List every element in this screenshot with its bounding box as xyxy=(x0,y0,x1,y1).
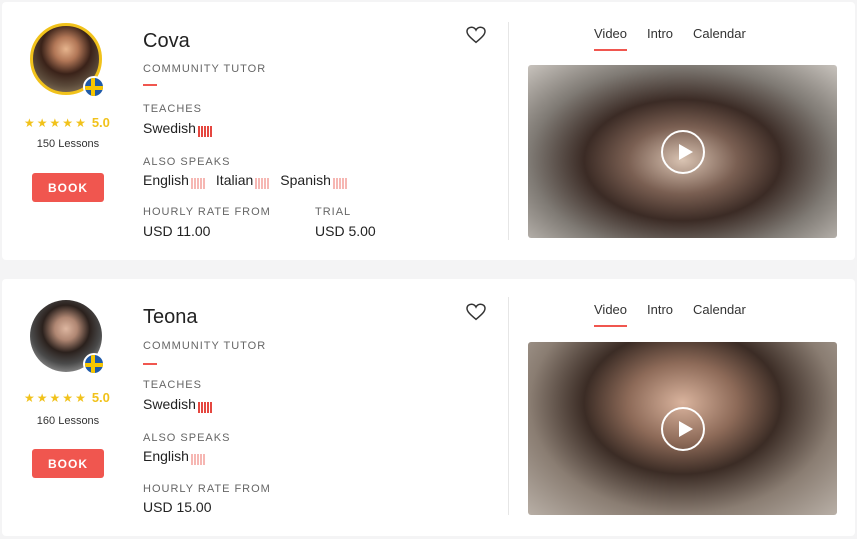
teaches-label: TEACHES xyxy=(143,379,202,391)
avatar[interactable] xyxy=(30,23,105,98)
divider xyxy=(508,297,509,515)
intro-video[interactable] xyxy=(528,342,837,515)
star-icon: ★ xyxy=(36,390,48,405)
heart-icon[interactable] xyxy=(466,26,486,44)
sweden-flag-icon xyxy=(83,353,105,375)
divider xyxy=(508,22,509,240)
teaches-label: TEACHES xyxy=(143,103,202,115)
language-item: English xyxy=(143,172,206,190)
trial-price: USD 5.00 xyxy=(315,223,376,239)
language-name: Swedish xyxy=(143,120,196,136)
language-item: English xyxy=(143,448,206,466)
book-button[interactable]: BOOK xyxy=(32,173,104,202)
rate-label: HOURLY RATE FROM xyxy=(143,483,271,495)
also-speaks-list: English xyxy=(143,448,206,466)
sweden-flag-icon xyxy=(83,76,105,98)
also-speaks-label: ALSO SPEAKS xyxy=(143,156,231,168)
language-name: English xyxy=(143,448,189,464)
tab-video[interactable]: Video xyxy=(594,26,628,51)
heart-icon[interactable] xyxy=(466,303,486,321)
language-level-icon xyxy=(332,175,348,190)
hourly-rate: USD 11.00 xyxy=(143,223,211,239)
intro-video[interactable] xyxy=(528,65,837,238)
language-item: Spanish xyxy=(280,172,348,190)
rating: ★ ★ ★ ★ ★ 5.0 xyxy=(24,115,116,130)
role-underline xyxy=(143,363,157,365)
tab-intro[interactable]: Intro xyxy=(647,302,673,324)
media-tabs: Video Intro Calendar xyxy=(594,26,746,51)
language-level-icon xyxy=(190,451,206,466)
language-level-icon xyxy=(197,123,213,138)
tab-video[interactable]: Video xyxy=(594,302,628,327)
rating-value: 5.0 xyxy=(91,115,110,130)
star-icon: ★ xyxy=(62,390,74,405)
language-item: Italian xyxy=(215,172,270,190)
star-icon: ★ xyxy=(62,115,74,130)
language-name: Swedish xyxy=(143,396,196,412)
trial-label: TRIAL xyxy=(315,206,352,218)
also-speaks-list: English Italian Spanish xyxy=(143,172,348,190)
rating: ★ ★ ★ ★ ★ 5.0 xyxy=(24,390,116,405)
tab-intro[interactable]: Intro xyxy=(647,26,673,48)
star-icon: ★ xyxy=(75,115,86,130)
star-icon: ★ xyxy=(75,390,86,405)
tutor-role: COMMUNITY TUTOR xyxy=(143,63,267,75)
play-icon[interactable] xyxy=(661,130,705,174)
star-icon: ★ xyxy=(24,115,35,130)
language-name: English xyxy=(143,172,189,188)
avatar[interactable] xyxy=(30,300,105,375)
also-speaks-label: ALSO SPEAKS xyxy=(143,432,231,444)
language-level-icon xyxy=(190,175,206,190)
tab-calendar[interactable]: Calendar xyxy=(693,302,746,324)
tab-calendar[interactable]: Calendar xyxy=(693,26,746,48)
rate-label: HOURLY RATE FROM xyxy=(143,206,271,218)
book-button[interactable]: BOOK xyxy=(32,449,104,478)
teaches-language: Swedish xyxy=(143,396,213,414)
language-level-icon xyxy=(197,399,213,414)
star-icon: ★ xyxy=(49,115,61,130)
tutor-name[interactable]: Cova xyxy=(143,30,190,53)
tutor-card[interactable]: ★ ★ ★ ★ ★ 5.0 160 Lessons BOOK Teona COM… xyxy=(2,279,855,536)
tutor-role: COMMUNITY TUTOR xyxy=(143,340,267,352)
language-name: Spanish xyxy=(280,172,331,188)
play-icon[interactable] xyxy=(661,407,705,451)
tutor-card[interactable]: ★ ★ ★ ★ ★ 5.0 150 Lessons BOOK Cova COMM… xyxy=(2,2,855,260)
star-icon: ★ xyxy=(36,115,48,130)
star-icon: ★ xyxy=(49,390,61,405)
star-icon: ★ xyxy=(24,390,35,405)
lessons-count: 160 Lessons xyxy=(36,415,100,427)
language-name: Italian xyxy=(215,172,254,188)
language-level-icon xyxy=(255,175,270,190)
rating-value: 5.0 xyxy=(91,390,110,405)
hourly-rate: USD 15.00 xyxy=(143,499,212,515)
role-underline xyxy=(143,84,157,86)
lessons-count: 150 Lessons xyxy=(36,138,100,150)
teaches-language: Swedish xyxy=(143,120,213,138)
tutor-name[interactable]: Teona xyxy=(143,306,198,329)
media-tabs: Video Intro Calendar xyxy=(594,302,746,327)
